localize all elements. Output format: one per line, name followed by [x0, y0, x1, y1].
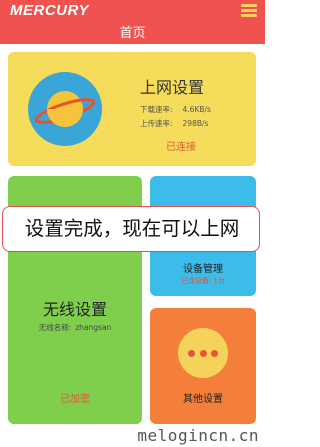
app-header: MERCURY 首页 — [0, 0, 265, 44]
page-title: 首页 — [119, 26, 146, 41]
download-label: 下载速率: — [140, 105, 173, 114]
ssid-label: 无线名称: — [38, 323, 72, 332]
upload-rate: 上传速率: 298B/s — [140, 118, 208, 129]
completion-banner: 设置完成，现在可以上网 — [2, 206, 260, 252]
hamburger-icon[interactable] — [241, 4, 257, 18]
internet-settings-card[interactable]: 上网设置 下载速率: 4.6KB/s 上传速率: 298B/s 已连接 — [8, 52, 256, 166]
more-icon — [178, 328, 228, 378]
devices-title: 设备管理 — [183, 264, 223, 275]
connection-status: 已连接 — [166, 142, 196, 153]
connected-devices-count: 已连设备: 1台 — [180, 277, 226, 285]
other-settings-card[interactable]: 其他设置 — [150, 308, 256, 424]
banner-text: 设置完成，现在可以上网 — [24, 217, 240, 240]
internet-title: 上网设置 — [140, 78, 205, 97]
encryption-status: 已加密 — [60, 394, 90, 405]
planet-icon — [28, 72, 102, 146]
upload-value: 298B/s — [182, 119, 209, 128]
other-title: 其他设置 — [183, 394, 223, 405]
brand-logo: MERCURY — [10, 2, 90, 19]
ssid-value: zhangsan — [75, 323, 112, 332]
wireless-ssid: 无线名称: zhangsan — [8, 322, 142, 333]
download-rate: 下载速率: 4.6KB/s — [140, 104, 211, 115]
upload-label: 上传速率: — [140, 119, 173, 128]
watermark: melogincn.cn — [137, 426, 259, 445]
wireless-title: 无线设置 — [42, 300, 107, 319]
download-value: 4.6KB/s — [182, 105, 211, 114]
